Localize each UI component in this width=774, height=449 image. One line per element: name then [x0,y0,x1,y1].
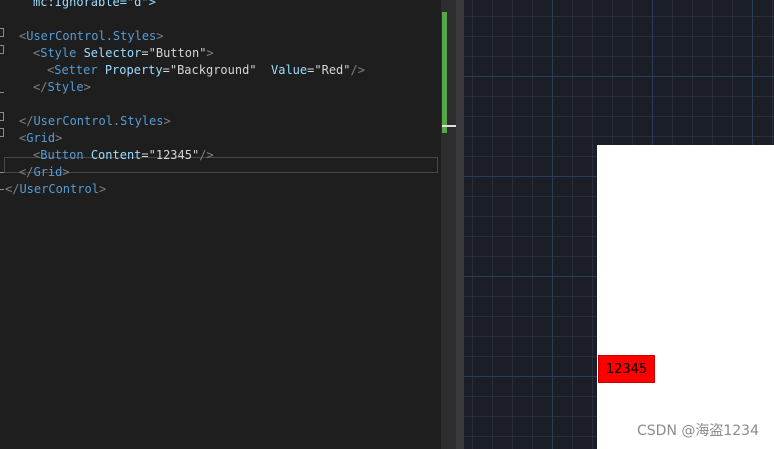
editor-scrollbar[interactable] [441,0,459,449]
code-token: Property [97,63,163,77]
code-token: mc:Ignorable="d"> [33,0,156,9]
code-token: Content [83,148,142,162]
code-token: Style [40,46,77,60]
code-token: UserControl.Styles [33,114,164,128]
code-token: Grid [33,165,63,179]
code-token: UserControl.Styles [26,29,157,43]
code-token: > [83,80,91,94]
code-token: "Red" [314,63,351,77]
fold-toggle-icon[interactable] [0,28,4,37]
code-token: = [141,46,149,60]
code-token: </ [19,114,34,128]
preview-button[interactable]: 12345 [598,355,655,383]
gutter-tick [0,189,4,190]
code-token: Grid [26,131,56,145]
code-editor[interactable]: mc:Ignorable="d"> <UserControl.Styles> <St… [0,0,441,449]
fold-toggle-icon[interactable] [0,128,4,137]
code-token: Value [256,63,308,77]
preview-button-label: 12345 [605,361,648,377]
code-token: /> [199,148,214,162]
code-token: > [156,29,164,43]
gutter-tick [0,92,4,93]
code-token: "12345" [148,148,200,162]
fold-toggle-icon[interactable] [0,45,4,54]
code-token: > [163,114,171,128]
change-indicator [442,12,447,133]
code-token: > [98,182,107,196]
code-token: > [62,165,70,179]
code-token: UserControl [19,182,99,196]
code-token: </ [33,80,48,94]
usercontrol-surface[interactable]: 12345 [597,145,774,449]
code-token: "Button" [148,46,207,60]
code-token: </ [19,165,34,179]
code-token: "Background" [169,63,257,77]
code-token: Selector [76,46,142,60]
code-token: = [141,148,149,162]
pane-splitter[interactable] [456,0,464,449]
code-token: </ [5,182,20,196]
code-token: > [55,131,63,145]
code-token: /> [350,63,365,77]
code-token: Style [47,80,84,94]
code-token: > [206,46,214,60]
fold-toggle-icon[interactable] [0,112,4,121]
code-token: = [162,63,170,77]
code-token: Setter [54,63,98,77]
watermark: CSDN @海盗1234 [637,423,759,439]
code-token: Button [40,148,84,162]
designer-preview[interactable]: 12345 [464,0,774,449]
